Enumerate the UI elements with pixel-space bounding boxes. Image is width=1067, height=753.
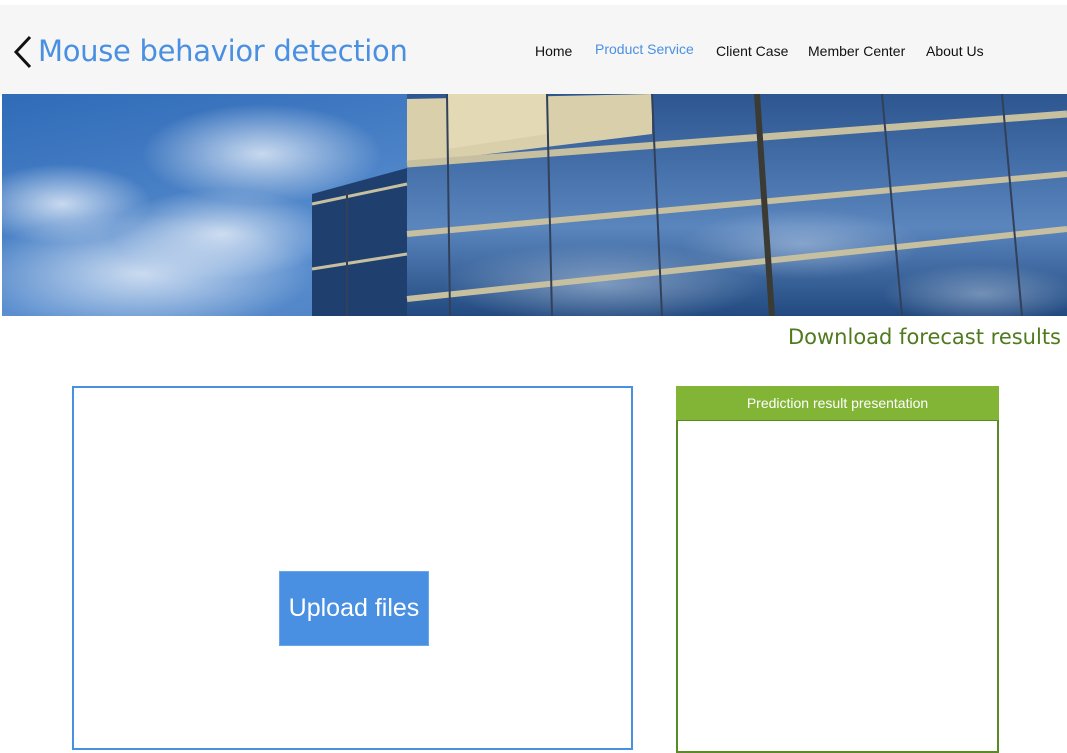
- hero-banner-image: [2, 94, 1067, 316]
- header: Mouse behavior detection Home Product Se…: [0, 5, 1067, 94]
- nav-item-client-case[interactable]: Client Case: [716, 40, 788, 62]
- prediction-result-panel: Prediction result presentation: [676, 386, 999, 753]
- nav-item-home[interactable]: Home: [535, 40, 572, 62]
- upload-files-button[interactable]: Upload files: [279, 571, 429, 646]
- download-forecast-link[interactable]: Download forecast results: [788, 323, 1061, 351]
- nav-item-product-service[interactable]: Product Service: [595, 38, 694, 60]
- upload-panel: Upload files: [72, 386, 633, 750]
- prediction-result-body: [676, 420, 999, 753]
- nav-item-about-us[interactable]: About Us: [926, 40, 984, 62]
- prediction-result-title: Prediction result presentation: [676, 386, 999, 420]
- building-sky-illustration: [2, 94, 1067, 316]
- page-title: Mouse behavior detection: [38, 34, 408, 68]
- nav-item-member-center[interactable]: Member Center: [808, 40, 905, 62]
- chevron-left-icon[interactable]: [12, 35, 34, 69]
